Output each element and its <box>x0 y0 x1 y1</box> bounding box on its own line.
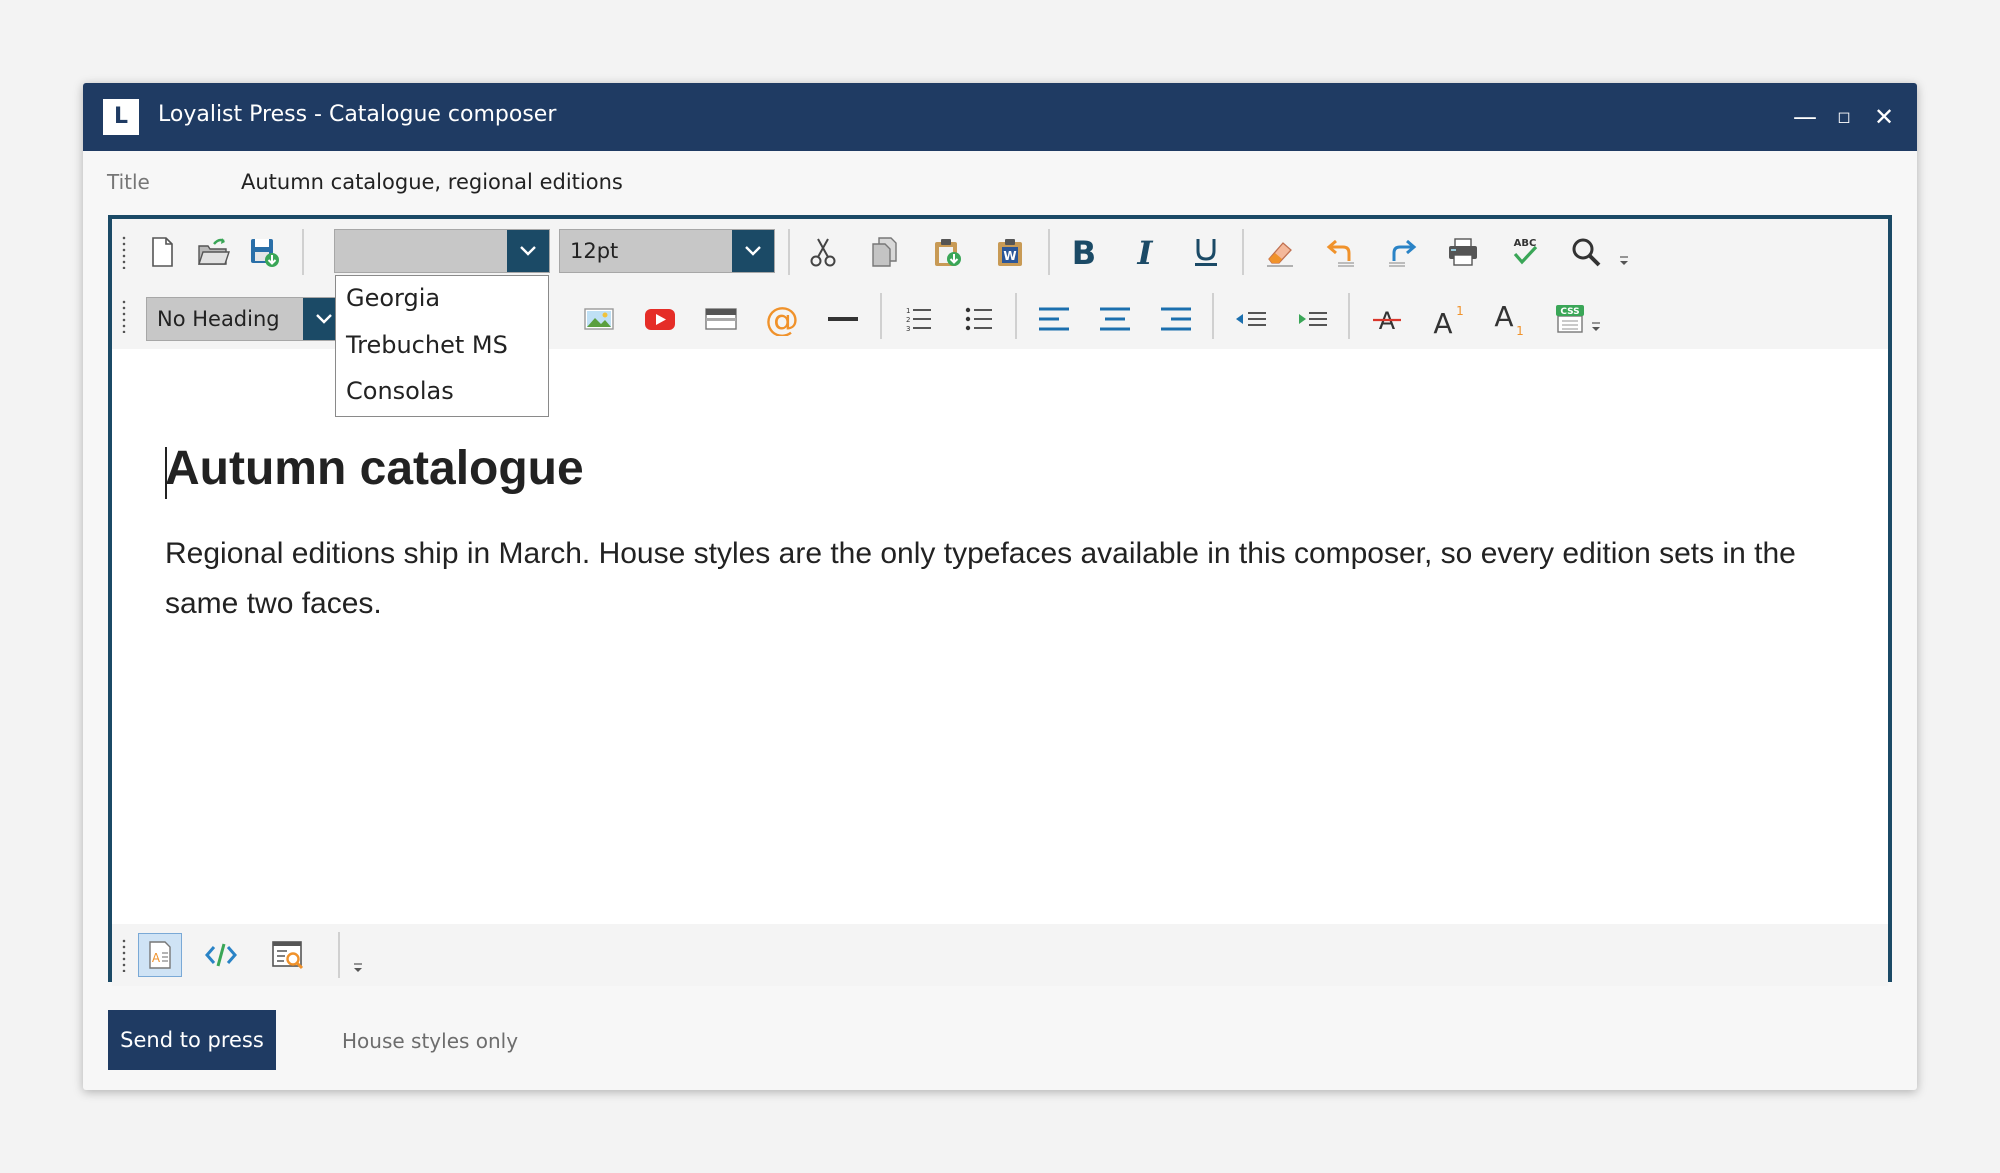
print-icon[interactable] <box>1441 230 1485 274</box>
italic-icon[interactable]: I <box>1123 230 1167 274</box>
toolbar-separator <box>1348 293 1350 339</box>
app-window: L Loyalist Press - Catalogue composer — … <box>83 83 1917 1090</box>
toolbar-separator <box>1048 229 1050 275</box>
maximize-button[interactable]: ◻ <box>1828 101 1860 133</box>
strikethrough-icon[interactable]: A <box>1365 297 1409 341</box>
indent-icon[interactable] <box>1290 297 1334 341</box>
video-icon[interactable] <box>638 297 682 341</box>
svg-text:A: A <box>1433 307 1452 336</box>
toolbar-separator <box>1015 293 1017 339</box>
paste-icon[interactable] <box>925 230 969 274</box>
save-icon[interactable] <box>242 230 286 274</box>
svg-text:CSS: CSS <box>1560 307 1579 317</box>
redo-icon[interactable] <box>1380 230 1424 274</box>
window-title: Loyalist Press - Catalogue composer <box>158 102 557 127</box>
search-icon[interactable] <box>1564 230 1608 274</box>
subscript-icon[interactable]: A1 <box>1487 297 1531 341</box>
footer-note: House styles only <box>342 1029 519 1053</box>
font-size-combo[interactable]: 12pt <box>559 229 775 273</box>
toolbar-separator <box>338 932 340 978</box>
bold-icon[interactable]: B <box>1062 230 1106 274</box>
superscript-icon[interactable]: A1 <box>1426 297 1470 341</box>
table-icon[interactable] <box>699 297 743 341</box>
toolbar-separator <box>1242 229 1244 275</box>
outdent-icon[interactable] <box>1229 297 1273 341</box>
new-document-icon[interactable] <box>140 230 184 274</box>
font-family-dropdown: Georgia Trebuchet MS Consolas <box>335 275 549 417</box>
numbered-list-icon[interactable]: 123 <box>896 297 940 341</box>
heading-combo[interactable]: No Heading <box>146 297 346 341</box>
at-sign-icon[interactable]: @ <box>760 297 804 341</box>
title-label: Title <box>107 170 150 194</box>
copy-icon[interactable] <box>862 230 906 274</box>
align-center-icon[interactable] <box>1093 297 1137 341</box>
toolbar-overflow-icon[interactable] <box>1584 315 1608 339</box>
toolbar-separator <box>880 293 882 339</box>
toolbar-separator <box>1212 293 1214 339</box>
send-to-press-button[interactable]: Send to press <box>108 1010 276 1070</box>
svg-text:1: 1 <box>1456 304 1464 318</box>
font-option-consolas[interactable]: Consolas <box>346 377 454 405</box>
cut-icon[interactable] <box>801 230 845 274</box>
align-left-icon[interactable] <box>1032 297 1076 341</box>
font-family-combo[interactable] <box>334 229 550 273</box>
underline-icon[interactable] <box>1184 230 1228 274</box>
paste-from-word-icon[interactable]: W <box>988 230 1032 274</box>
editor-content[interactable]: Autumn catalogue Regional editions ship … <box>112 349 1888 895</box>
chevron-down-icon[interactable] <box>732 230 774 272</box>
toolbar-overflow-icon[interactable] <box>346 956 370 980</box>
svg-text:I: I <box>1137 235 1154 269</box>
toolbar-grip[interactable] <box>121 299 127 333</box>
document-heading[interactable]: Autumn catalogue <box>165 441 584 496</box>
toolbar-grip[interactable] <box>121 235 127 269</box>
chevron-down-icon[interactable] <box>507 230 549 272</box>
svg-text:B: B <box>1072 235 1096 269</box>
toolbar-grip[interactable] <box>121 938 127 972</box>
toolbar-separator <box>302 229 304 275</box>
undo-icon[interactable] <box>1319 230 1363 274</box>
toolbar-separator <box>788 229 790 275</box>
svg-text:1: 1 <box>1516 324 1524 336</box>
rich-text-editor: 12pt W B I ABC No Heading @ 1 2 3 A 1 A … <box>108 215 1892 986</box>
svg-text:W: W <box>1003 249 1016 263</box>
svg-text:1: 1 <box>906 307 910 315</box>
svg-text:ABC: ABC <box>1514 238 1537 249</box>
svg-text:3: 3 <box>906 325 910 333</box>
eraser-icon[interactable] <box>1258 230 1302 274</box>
document-paragraph[interactable]: Regional editions ship in March. House s… <box>165 529 1865 629</box>
align-right-icon[interactable] <box>1154 297 1198 341</box>
image-icon[interactable] <box>577 297 621 341</box>
horizontal-rule-icon[interactable] <box>821 297 865 341</box>
design-view-icon[interactable]: A <box>138 933 182 977</box>
title-bar[interactable]: L Loyalist Press - Catalogue composer — … <box>83 83 1917 151</box>
font-option-trebuchet[interactable]: Trebuchet MS <box>346 331 508 359</box>
font-option-georgia[interactable]: Georgia <box>346 284 440 312</box>
heading-value: No Heading <box>157 307 280 331</box>
mode-toolbar: A <box>112 924 1888 986</box>
svg-text:2: 2 <box>906 316 910 324</box>
font-size-value: 12pt <box>570 239 619 263</box>
minimize-button[interactable]: — <box>1789 101 1821 133</box>
preview-icon[interactable] <box>266 933 310 977</box>
code-view-icon[interactable] <box>199 933 243 977</box>
open-folder-icon[interactable] <box>191 230 235 274</box>
svg-text:@: @ <box>765 302 799 336</box>
bullet-list-icon[interactable] <box>957 297 1001 341</box>
close-button[interactable]: ✕ <box>1868 101 1900 133</box>
toolbar-overflow-icon[interactable] <box>1612 249 1636 273</box>
svg-text:A: A <box>152 951 161 965</box>
svg-text:A: A <box>1494 302 1513 333</box>
app-logo: L <box>103 99 139 135</box>
spellcheck-icon[interactable]: ABC <box>1503 230 1547 274</box>
title-value[interactable]: Autumn catalogue, regional editions <box>241 170 623 194</box>
